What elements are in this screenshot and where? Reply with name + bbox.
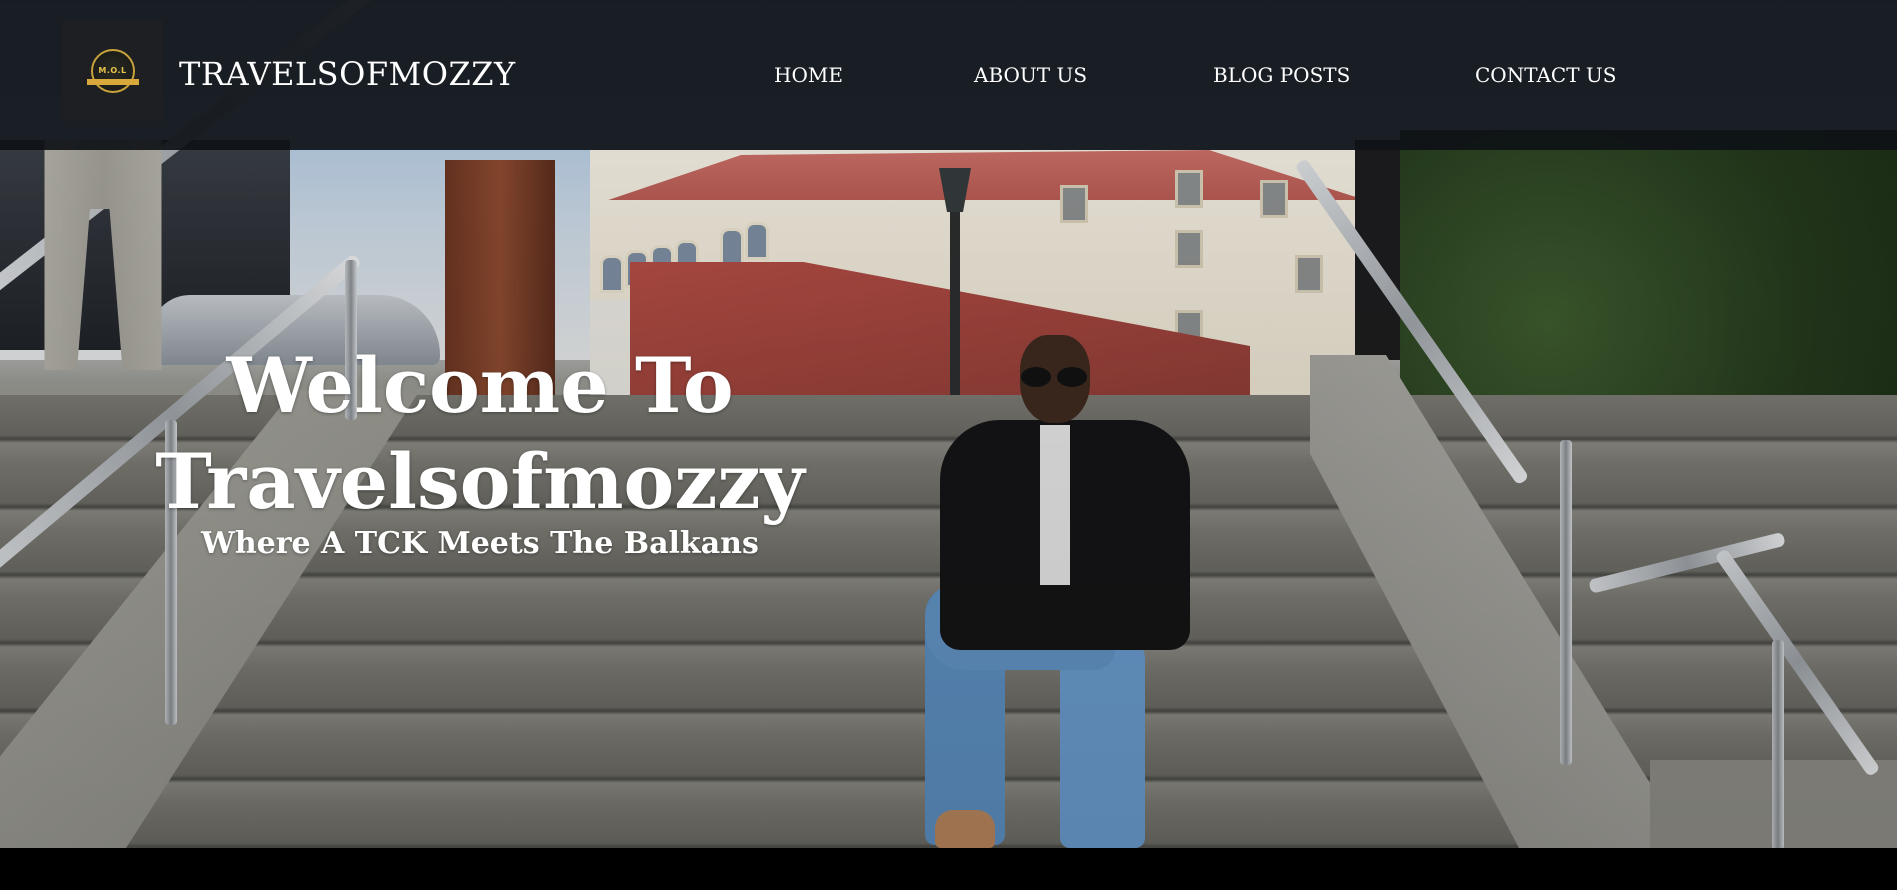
hero-title-line-2: Travelsofmozzy (155, 437, 805, 526)
logo-link[interactable]: M.O.L (62, 20, 163, 121)
page: M.O.L TRAVELSOFMOZZY HOME ABOUT US BLOG … (0, 0, 1897, 890)
nav-link-about-us[interactable]: ABOUT US (974, 62, 1087, 88)
bottom-bar (0, 848, 1897, 890)
nav-link-home[interactable]: HOME (774, 62, 843, 88)
hero-title-line-1: Welcome To (226, 341, 734, 430)
nav-link-blog-posts[interactable]: BLOG POSTS (1213, 62, 1350, 88)
logo-text: M.O.L (98, 66, 127, 75)
hero-title: Welcome To Travelsofmozzy (140, 338, 820, 530)
hero-subtitle: Where A TCK Meets The Balkans (201, 526, 759, 561)
nav-link-contact-us[interactable]: CONTACT US (1475, 62, 1616, 88)
top-navbar: M.O.L TRAVELSOFMOZZY HOME ABOUT US BLOG … (0, 0, 1897, 150)
brand-logo-icon: M.O.L (86, 48, 139, 93)
site-title[interactable]: TRAVELSOFMOZZY (179, 54, 516, 94)
